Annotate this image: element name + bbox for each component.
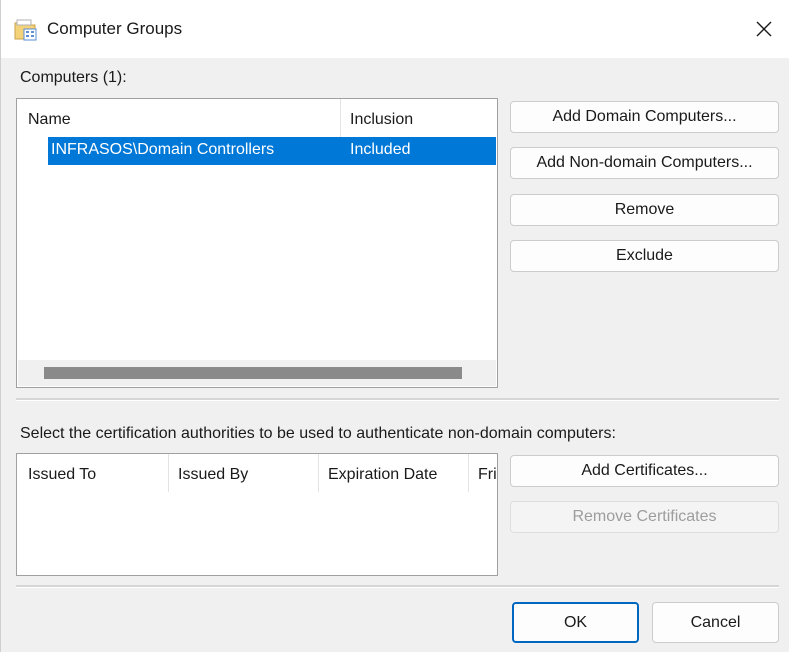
computer-groups-dialog: Computer Groups Computers (1): Name Incl… bbox=[0, 0, 789, 652]
cancel-button[interactable]: Cancel bbox=[652, 602, 779, 643]
computers-label: Computers (1): bbox=[20, 69, 127, 86]
column-separator[interactable] bbox=[340, 99, 341, 137]
column-header-name[interactable]: Name bbox=[28, 111, 71, 129]
column-separator[interactable] bbox=[168, 454, 169, 492]
add-domain-computers-button[interactable]: Add Domain Computers... bbox=[510, 101, 779, 133]
section-divider bbox=[16, 398, 779, 401]
close-icon bbox=[756, 21, 772, 37]
column-header-friendly-name[interactable]: Fri bbox=[478, 466, 497, 484]
row-inclusion: Included bbox=[350, 141, 411, 158]
scrollbar-thumb[interactable] bbox=[44, 367, 462, 379]
certs-label: Select the certification authorities to … bbox=[20, 425, 616, 442]
computers-list[interactable]: Name Inclusion INFRASOS\Domain Controlle… bbox=[16, 98, 498, 388]
column-separator[interactable] bbox=[318, 454, 319, 492]
add-certificates-button[interactable]: Add Certificates... bbox=[510, 455, 779, 487]
close-button[interactable] bbox=[738, 0, 789, 58]
row-name: INFRASOS\Domain Controllers bbox=[51, 141, 275, 158]
column-header-inclusion[interactable]: Inclusion bbox=[350, 111, 413, 129]
remove-button[interactable]: Remove bbox=[510, 194, 779, 226]
column-separator[interactable] bbox=[468, 454, 469, 492]
exclude-button[interactable]: Exclude bbox=[510, 240, 779, 272]
ok-button[interactable]: OK bbox=[512, 602, 639, 643]
footer-divider bbox=[16, 585, 779, 588]
folder-group-icon bbox=[13, 17, 39, 43]
certificates-list[interactable]: Issued To Issued By Expiration Date Fri bbox=[16, 453, 498, 576]
column-header-issued-by[interactable]: Issued By bbox=[178, 466, 248, 484]
add-non-domain-computers-button[interactable]: Add Non-domain Computers... bbox=[510, 147, 779, 179]
column-header-issued-to[interactable]: Issued To bbox=[28, 466, 96, 484]
horizontal-scrollbar[interactable] bbox=[18, 360, 496, 386]
table-row[interactable]: INFRASOS\Domain Controllers Included bbox=[48, 137, 496, 165]
title-bar: Computer Groups bbox=[1, 0, 789, 58]
window-title: Computer Groups bbox=[47, 19, 183, 38]
column-header-expiration-date[interactable]: Expiration Date bbox=[328, 466, 437, 484]
remove-certificates-button[interactable]: Remove Certificates bbox=[510, 501, 779, 533]
